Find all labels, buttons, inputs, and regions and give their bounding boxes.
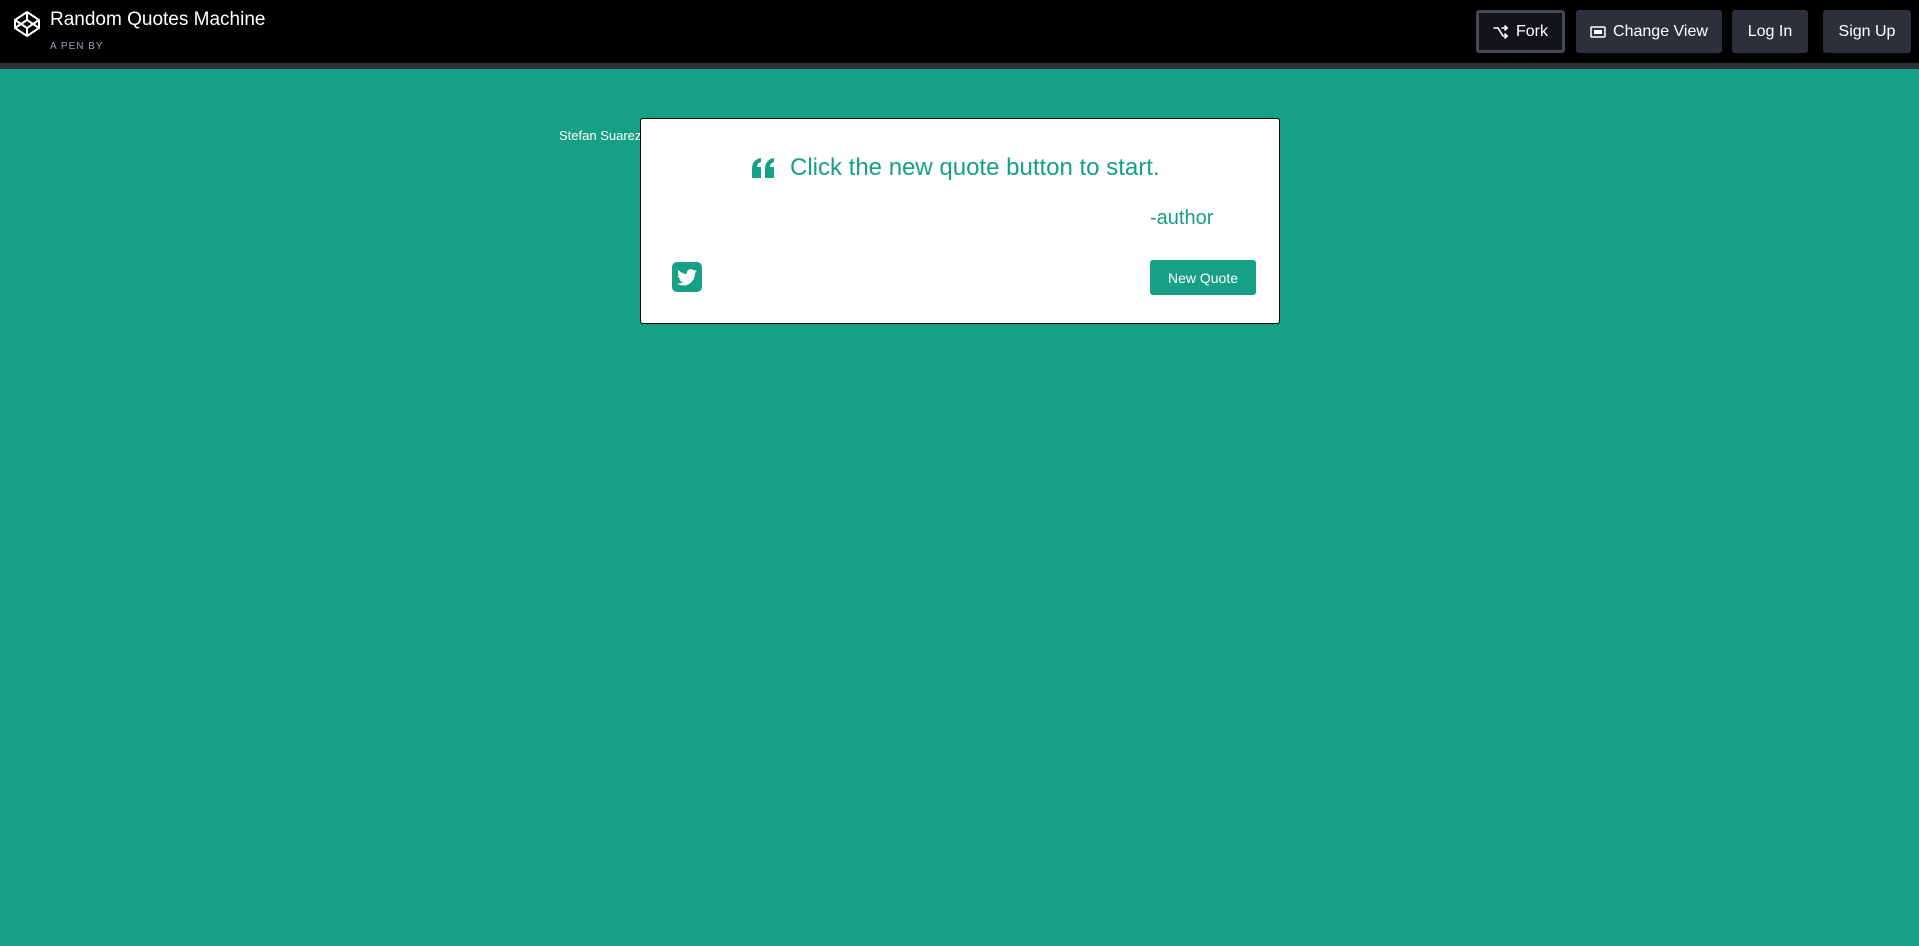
twitter-icon	[677, 268, 697, 285]
fork-label: Fork	[1516, 22, 1548, 40]
pen-title[interactable]: Random Quotes Machine	[50, 8, 265, 32]
codepen-logo-icon[interactable]	[13, 10, 41, 38]
fork-button[interactable]: Fork	[1476, 10, 1565, 53]
new-quote-button[interactable]: New Quote	[1150, 260, 1256, 295]
login-button[interactable]: Log In	[1732, 10, 1808, 53]
fork-icon	[1493, 24, 1509, 39]
signup-button[interactable]: Sign Up	[1823, 10, 1911, 53]
change-view-icon	[1590, 25, 1606, 38]
tweet-button[interactable]	[672, 262, 702, 292]
pen-by-prefix: A PEN BY	[50, 41, 104, 52]
top-bar: Random Quotes Machine A PEN BY Stefan Su…	[0, 0, 1919, 143]
pen-author-link[interactable]: Stefan Suarez	[559, 124, 641, 148]
quote-card: Click the new quote button to start. -au…	[640, 118, 1280, 324]
quote-line: Click the new quote button to start.	[751, 153, 1160, 183]
quote-left-icon	[752, 158, 774, 178]
change-view-button[interactable]: Change View	[1576, 10, 1722, 53]
change-view-label: Change View	[1613, 22, 1708, 40]
quote-author: -author	[1150, 207, 1214, 229]
quote-text: Click the new quote button to start.	[790, 154, 1160, 181]
pen-byline: A PEN BY Stefan Suarez	[50, 37, 641, 143]
